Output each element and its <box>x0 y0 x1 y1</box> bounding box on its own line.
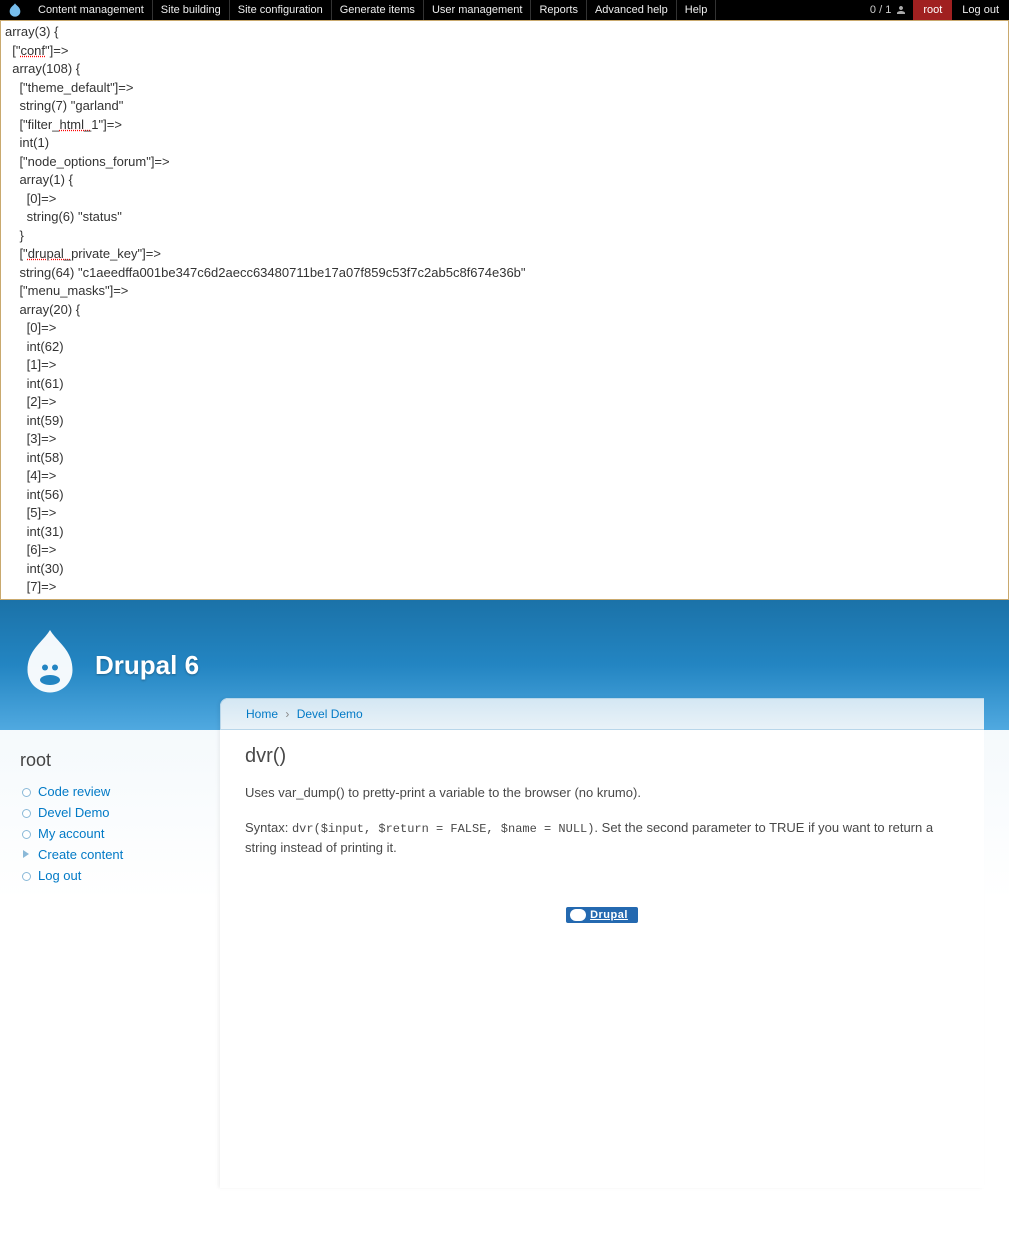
devel-output-line: array(20) { <box>5 301 1004 320</box>
devel-output-line: ["node_options_forum"]=> <box>5 153 1004 172</box>
sidebar-left: root Code review Devel Demo My account Crea… <box>0 730 220 1188</box>
users-online-count: 0 / 1 <box>864 4 913 16</box>
devel-output-line: ["filter_html_1"]=> <box>5 116 1004 135</box>
breadcrumb: Home › Devel Demo <box>220 698 984 730</box>
sidebar-nav-item[interactable]: Log out <box>20 865 205 886</box>
admin-menu-item[interactable]: Reports <box>531 0 587 20</box>
sidebar-nav-item[interactable]: Code review <box>20 781 205 802</box>
page-body: Drupal 6 root Code review Devel Demo My ac… <box>0 600 1009 1188</box>
devel-output-line: ["drupal_private_key"]=> <box>5 245 1004 264</box>
syntax-paragraph: Syntax: dvr($input, $return = FALSE, $na… <box>245 818 959 858</box>
devel-output-line: [1]=> <box>5 356 1004 375</box>
page-title: dvr() <box>245 745 959 768</box>
sidebar-nav-link[interactable]: Code review <box>38 784 110 799</box>
breadcrumb-home-link[interactable]: Home <box>246 707 278 721</box>
admin-menu-item[interactable]: Advanced help <box>587 0 677 20</box>
devel-output-line: [3]=> <box>5 430 1004 449</box>
sidebar-nav-link[interactable]: My account <box>38 826 104 841</box>
devel-output-line: [6]=> <box>5 541 1004 560</box>
admin-menu-item[interactable]: User management <box>424 0 532 20</box>
current-user-button[interactable]: root <box>913 0 952 20</box>
devel-output-line: [4]=> <box>5 467 1004 486</box>
devel-output-line: [0]=> <box>5 319 1004 338</box>
sidebar-nav-link[interactable]: Devel Demo <box>38 805 110 820</box>
site-name[interactable]: Drupal 6 <box>95 650 199 681</box>
devel-output-line: int(31) <box>5 523 1004 542</box>
devel-output-line: int(58) <box>5 449 1004 468</box>
logout-button[interactable]: Log out <box>952 0 1009 20</box>
devel-output-line: } <box>5 227 1004 246</box>
devel-output-line: array(3) { <box>5 23 1004 42</box>
breadcrumb-separator: › <box>285 707 289 721</box>
sidebar-nav-link[interactable]: Create content <box>38 847 123 862</box>
devel-output-line: string(7) "garland" <box>5 97 1004 116</box>
sidebar-nav-item[interactable]: Devel Demo <box>20 802 205 823</box>
devel-output-line: int(56) <box>5 486 1004 505</box>
devel-output-panel[interactable]: array(3) { ["conf"]=> array(108) { ["the… <box>0 20 1009 600</box>
devel-output-line: int(62) <box>5 338 1004 357</box>
devel-output-line: int(30) <box>5 560 1004 579</box>
devel-output-line: [7]=> <box>5 578 1004 597</box>
breadcrumb-current-link[interactable]: Devel Demo <box>297 707 363 721</box>
admin-menu-item[interactable]: Help <box>677 0 717 20</box>
drupal-logo-icon[interactable] <box>20 630 80 700</box>
devel-output-line: [2]=> <box>5 393 1004 412</box>
drupal-icon[interactable] <box>5 0 25 20</box>
devel-output-line: ["conf"]=> <box>5 42 1004 61</box>
admin-menu-item[interactable]: Generate items <box>332 0 424 20</box>
admin-menu-item[interactable]: Site configuration <box>230 0 332 20</box>
sidebar-nav-item[interactable]: My account <box>20 823 205 844</box>
devel-output-line: ["menu_masks"]=> <box>5 282 1004 301</box>
devel-output-line: ["theme_default"]=> <box>5 79 1004 98</box>
devel-output-line: int(59) <box>5 412 1004 431</box>
sidebar-nav-item[interactable]: Create content <box>20 844 205 865</box>
description-paragraph: Uses var_dump() to pretty-print a variab… <box>245 783 959 803</box>
admin-menu: Content managementSite buildingSite conf… <box>0 0 1009 20</box>
sidebar-block-title: root <box>20 750 205 771</box>
powered-by-drupal-badge[interactable]: Drupal <box>566 907 638 923</box>
devel-output-line: string(64) "c1aeedffa001be347c6d2aecc634… <box>5 264 1004 283</box>
admin-menu-item[interactable]: Content management <box>30 0 153 20</box>
devel-output-line: array(1) { <box>5 171 1004 190</box>
devel-output-line: string(6) "status" <box>5 208 1004 227</box>
devel-output-line: int(61) <box>5 375 1004 394</box>
devel-output-line: [5]=> <box>5 504 1004 523</box>
syntax-code: dvr($input, $return = FALSE, $name = NUL… <box>292 822 594 836</box>
main-content-region: Home › Devel Demo dvr() Uses var_dump() … <box>220 698 984 1188</box>
sidebar-nav-link[interactable]: Log out <box>38 868 81 883</box>
admin-menu-item[interactable]: Site building <box>153 0 230 20</box>
devel-output-line: array(108) { <box>5 60 1004 79</box>
devel-output-line: int(1) <box>5 134 1004 153</box>
footer: Drupal <box>220 887 984 963</box>
devel-output-line: [0]=> <box>5 190 1004 209</box>
